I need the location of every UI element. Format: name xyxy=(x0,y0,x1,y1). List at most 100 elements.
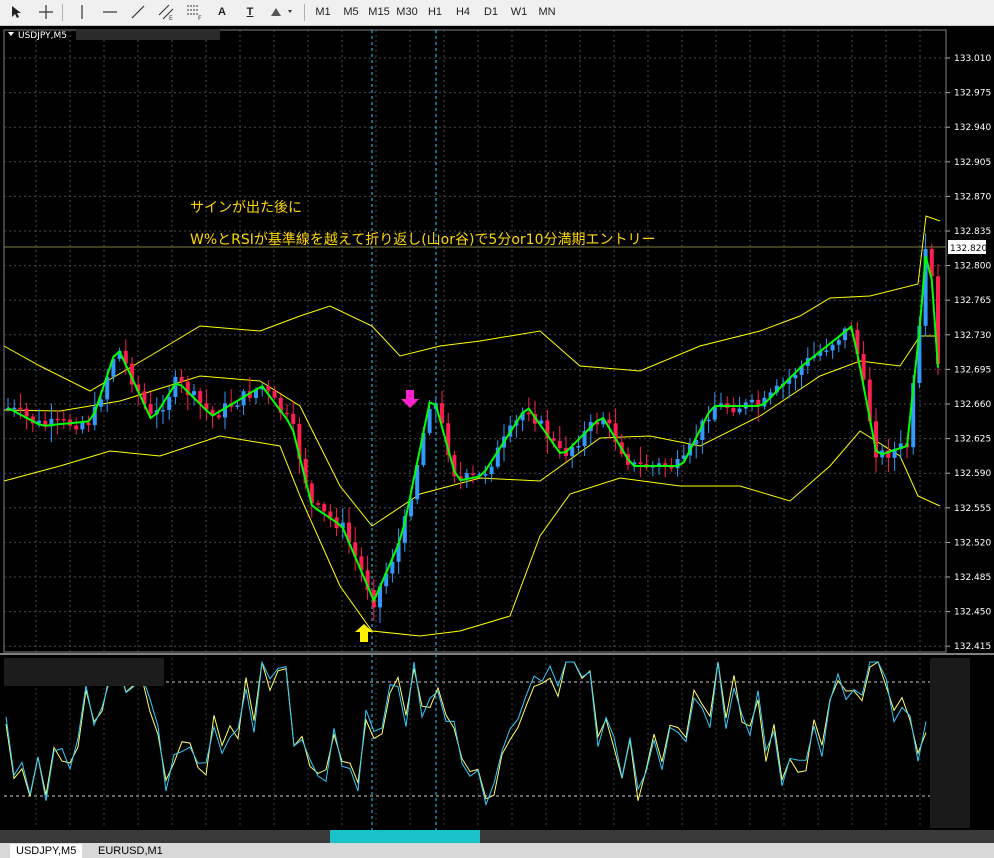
obscured-area xyxy=(76,29,220,40)
candle-body xyxy=(179,376,184,382)
timeframe-h1[interactable]: H1 xyxy=(422,2,448,22)
scrollbar-thumb[interactable] xyxy=(330,830,480,843)
candle-body xyxy=(557,440,562,449)
candle-body xyxy=(80,422,85,430)
candle-body xyxy=(471,473,475,475)
crosshair-icon[interactable] xyxy=(34,2,58,22)
price-tick-label: 132.590 xyxy=(954,469,991,479)
price-tick-label: 132.485 xyxy=(954,573,991,583)
svg-text:F: F xyxy=(198,15,202,21)
candle-body xyxy=(750,399,754,403)
price-tick-label: 132.765 xyxy=(954,296,991,306)
main-grid xyxy=(4,30,946,652)
sub-grid xyxy=(35,658,921,826)
chart-window[interactable]: 133.010 132.975 132.940 132.905 132.870 132.8… xyxy=(0,26,994,830)
indicator-axis-obscured xyxy=(930,658,970,828)
tab-eurusd[interactable]: EURUSD,M1 xyxy=(92,844,169,858)
annotation-line2: W%とRSIが基準線を越えて折り返し(山or谷)で5分or10分満期エントリー xyxy=(190,231,655,248)
candle-body xyxy=(61,419,66,421)
candle-body xyxy=(316,503,320,505)
annotation: サインが出た後に W%とRSIが基準線を越えて折り返し(山or谷)で5分or10… xyxy=(190,200,655,248)
lower-band xyxy=(3,430,941,637)
indicator-window xyxy=(4,658,970,828)
tab-usdjpy[interactable]: USDJPY,M5 xyxy=(10,844,83,858)
candle-body xyxy=(483,474,488,476)
candle-body xyxy=(285,412,289,415)
candle-body xyxy=(86,422,91,426)
price-tick-label: 132.905 xyxy=(954,158,991,168)
price-tick-label: 133.010 xyxy=(954,54,991,64)
timeframe-m15[interactable]: M15 xyxy=(366,2,392,22)
timeframe-mn[interactable]: MN xyxy=(534,2,560,22)
price-tick-label: 132.415 xyxy=(954,642,991,652)
candle-body xyxy=(607,419,612,424)
price-chart[interactable]: 133.010 132.975 132.940 132.905 132.870 132.8… xyxy=(0,26,994,830)
bollinger-bands xyxy=(3,215,941,637)
down-arrow-icon xyxy=(401,390,419,408)
chart-title: USDJPY,M5 xyxy=(8,29,220,41)
middle-band xyxy=(3,335,940,527)
candle-body xyxy=(638,462,643,464)
price-tick-label: 132.520 xyxy=(954,538,991,548)
candle-body xyxy=(266,386,271,391)
candle-body xyxy=(836,340,841,345)
timeframe-w1[interactable]: W1 xyxy=(506,2,532,22)
candle-body xyxy=(830,344,835,351)
fibonacci-icon[interactable]: F xyxy=(182,2,206,22)
price-tick-label: 132.940 xyxy=(954,123,991,133)
moving-average-line xyxy=(7,255,939,603)
price-tick-label: 132.975 xyxy=(954,89,991,99)
chart-menu-icon[interactable] xyxy=(8,32,14,36)
candle-body xyxy=(706,419,711,422)
text-label-icon[interactable]: T xyxy=(238,2,262,22)
candle-body xyxy=(12,407,17,410)
price-tick-label: 132.730 xyxy=(954,331,991,341)
candle-body xyxy=(576,446,581,448)
timeframe-m30[interactable]: M30 xyxy=(394,2,420,22)
candle-body xyxy=(526,412,531,415)
arrows-menu-icon[interactable] xyxy=(266,2,298,22)
price-tick-label: 132.835 xyxy=(954,227,991,237)
annotation-line1: サインが出た後に xyxy=(190,200,302,216)
price-tick-label: 132.870 xyxy=(954,192,991,202)
timeframe-m1[interactable]: M1 xyxy=(310,2,336,22)
indicator-label-obscured xyxy=(4,658,164,686)
candle-body xyxy=(55,418,60,421)
buy-signal-arrow xyxy=(355,624,373,642)
chart-tabs-bar: USDJPY,M5 EURUSD,M1 xyxy=(0,830,994,858)
equidistant-channel-icon[interactable]: E xyxy=(154,2,178,22)
candle-body xyxy=(18,407,23,410)
price-axis: 133.010 132.975 132.940 132.905 132.870 132.8… xyxy=(946,54,991,652)
candle-body xyxy=(223,403,227,418)
candle-body xyxy=(322,504,327,512)
candles xyxy=(6,233,940,624)
price-tick-label: 132.450 xyxy=(954,608,991,618)
timeframe-h4[interactable]: H4 xyxy=(450,2,476,22)
current-price-tag: 132.820 xyxy=(948,240,987,254)
svg-text:E: E xyxy=(169,15,173,21)
candle-body xyxy=(192,391,196,396)
candle-body xyxy=(793,375,798,379)
price-tick-label: 132.800 xyxy=(954,262,991,272)
candle-body xyxy=(489,466,494,475)
trendline-icon[interactable] xyxy=(126,2,150,22)
text-icon[interactable]: A xyxy=(210,2,234,22)
cursor-icon[interactable] xyxy=(4,2,28,22)
price-tick-label: 132.660 xyxy=(954,400,991,410)
candle-body xyxy=(824,350,829,352)
chart-symbol-label: USDJPY,M5 xyxy=(18,31,67,41)
price-tick-label: 132.695 xyxy=(954,365,991,375)
candle-body xyxy=(74,425,79,430)
main-plot-frame xyxy=(3,29,947,653)
toolbar: E F A T M1 M5 M15 M30 H1 H4 D1 W1 MN xyxy=(0,0,994,26)
timeframe-m5[interactable]: M5 xyxy=(338,2,364,22)
horizontal-line-icon[interactable] xyxy=(98,2,122,22)
candle-body xyxy=(669,466,674,469)
candle-body xyxy=(731,407,736,413)
current-price-label: 132.820 xyxy=(950,244,987,254)
vertical-line-icon[interactable] xyxy=(70,2,94,22)
price-tick-label: 132.555 xyxy=(954,504,991,514)
candle-body xyxy=(235,405,240,407)
timeframe-d1[interactable]: D1 xyxy=(478,2,504,22)
candle-body xyxy=(737,408,742,413)
